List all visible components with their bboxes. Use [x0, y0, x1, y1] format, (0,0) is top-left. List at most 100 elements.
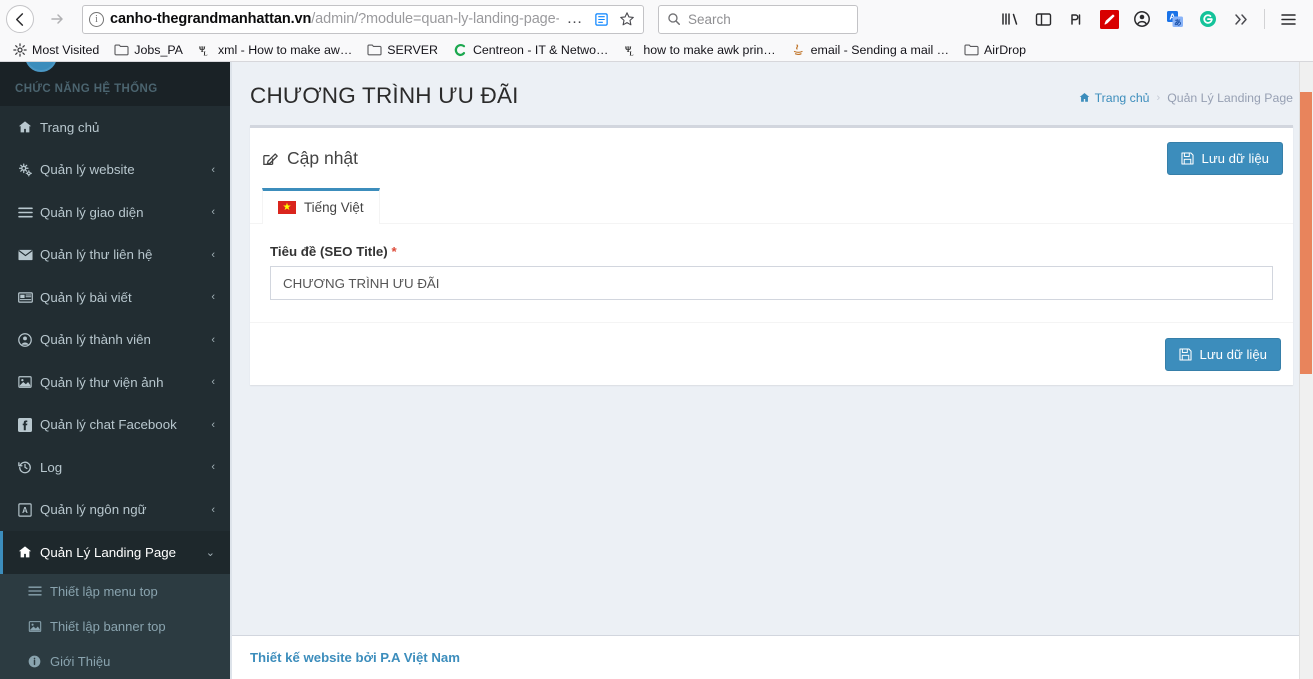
sidebar-subitem-gioi-thieu[interactable]: Giới Thiệu [0, 644, 230, 679]
box-title: Cập nhật [262, 148, 358, 169]
sidebar-subitem-label: Thiết lập banner top [50, 618, 166, 634]
bookmark-email-sending[interactable]: email - Sending a mail … [785, 39, 955, 60]
tab-label: Tiếng Việt [304, 200, 364, 215]
save-button-label: Lưu dữ liệu [1199, 346, 1267, 362]
bars-icon [28, 585, 50, 597]
sidebar-item-quan-ly-chat-facebook[interactable]: Quản lý chat Facebook ‹ [0, 404, 230, 447]
bookmark-label: xml - How to make aw… [217, 42, 353, 57]
page-actions-icon[interactable]: … [565, 10, 585, 28]
url-path: /admin/?module=quan-ly-landing-page-bds&… [311, 11, 559, 27]
chevron-icon: ‹ [211, 206, 215, 219]
forward-button[interactable] [40, 4, 74, 34]
bookmark-awk-print[interactable]: ΨL how to make awk prin… [617, 39, 781, 60]
overflow-chevrons-icon[interactable] [1226, 4, 1256, 34]
chevron-icon: ‹ [211, 503, 215, 516]
sidebar-icon[interactable] [1028, 4, 1058, 34]
chevron-icon: ‹ [211, 376, 215, 389]
seo-title-label: Tiêu đề (SEO Title) * [270, 244, 1273, 259]
chevron-icon: ‹ [211, 418, 215, 431]
gears-icon [18, 163, 40, 177]
box-footer: Lưu dữ liệu [250, 323, 1293, 385]
grammarly-icon[interactable] [1193, 4, 1223, 34]
stackexchange-icon: ΨL [198, 42, 213, 57]
vertical-scrollbar[interactable] [1299, 62, 1313, 679]
folder-icon [367, 42, 382, 57]
save-button-bottom[interactable]: Lưu dữ liệu [1165, 337, 1281, 371]
sidebar-item-log[interactable]: Log ‹ [0, 446, 230, 489]
library-icon[interactable] [995, 4, 1025, 34]
bookmark-most-visited[interactable]: Most Visited [6, 39, 105, 60]
language-tabs: ★ Tiếng Việt Tiêu đề (SEO Title) * [250, 188, 1293, 322]
sidebar-item-label: Log [40, 459, 63, 475]
footer-credit-link[interactable]: Thiết kế website bởi P.A Việt Nam [250, 650, 460, 665]
browser-chrome: i canho-thegrandmanhattan.vn/admin/?modu… [0, 0, 1313, 62]
sidebar-item-quan-ly-thu-vien-anh[interactable]: Quản lý thư viện ảnh ‹ [0, 361, 230, 404]
pocket-icon[interactable] [1061, 4, 1091, 34]
hamburger-menu-icon[interactable] [1273, 4, 1303, 34]
avatar[interactable] [25, 62, 57, 72]
stackexchange-icon: ΨL [623, 42, 638, 57]
sidebar-item-label: Quản lý thư viện ảnh [40, 374, 164, 390]
bookmark-server[interactable]: SERVER [361, 39, 444, 60]
translate-icon[interactable]: Aあ [1160, 4, 1190, 34]
tab-tieng-viet[interactable]: ★ Tiếng Việt [262, 188, 380, 224]
breadcrumb-home-label: Trang chủ [1094, 90, 1150, 105]
newspaper-icon [18, 291, 40, 304]
svg-text:L: L [204, 51, 208, 57]
centreon-icon [453, 42, 468, 57]
content-left-edge [230, 62, 232, 679]
folder-icon [964, 42, 979, 57]
sidebar-subitem-thiet-lap-menu-top[interactable]: Thiết lập menu top [0, 574, 230, 609]
search-icon [668, 13, 680, 25]
chevron-icon: ‹ [211, 291, 215, 304]
sidebar-item-label: Quản lý website [40, 162, 135, 178]
tabs-row: ★ Tiếng Việt [250, 188, 1293, 224]
bookmark-airdrop[interactable]: AirDrop [958, 39, 1032, 60]
box-header: Cập nhật Lưu dữ liệu [250, 128, 1293, 188]
bookmark-jobs-pa[interactable]: Jobs_PA [108, 39, 189, 60]
vietnam-flag-icon: ★ [278, 201, 296, 214]
bars-icon [18, 206, 40, 219]
sidebar-submenu: Thiết lập menu top Thiết lập banner top … [0, 573, 230, 679]
sidebar-item-label: Quản lý ngôn ngữ [40, 502, 147, 518]
chevron-down-icon: ⌄ [205, 546, 215, 559]
sidebar-item-label: Quản lý giao diện [40, 204, 144, 220]
bookmark-xml-awk[interactable]: ΨL xml - How to make aw… [192, 39, 358, 60]
sidebar-item-quan-ly-thanh-vien[interactable]: Quản lý thành viên ‹ [0, 319, 230, 362]
sidebar-item-quan-ly-giao-dien[interactable]: Quản lý giao diện ‹ [0, 191, 230, 234]
sidebar-subitem-thiet-lap-banner-top[interactable]: Thiết lập banner top [0, 609, 230, 644]
admin-app: CHỨC NĂNG HỆ THỐNG Trang chủ Quản lý web… [0, 62, 1313, 679]
sidebar-item-quan-ly-thu-lien-he[interactable]: Quản lý thư liên hệ ‹ [0, 234, 230, 277]
sidebar-item-quan-ly-landing-page[interactable]: Quản Lý Landing Page ⌄ [0, 531, 230, 574]
flag-star: ★ [282, 201, 292, 213]
account-icon[interactable] [1127, 4, 1157, 34]
bookmark-label: SERVER [387, 42, 438, 57]
url-bar[interactable]: i canho-thegrandmanhattan.vn/admin/?modu… [82, 4, 644, 34]
sidebar-item-quan-ly-bai-viet[interactable]: Quản lý bài viết ‹ [0, 276, 230, 319]
sidebar-item-trang-chu[interactable]: Trang chủ [0, 106, 230, 149]
back-button[interactable] [6, 5, 34, 33]
highlighter-icon[interactable] [1094, 4, 1124, 34]
save-button-top[interactable]: Lưu dữ liệu [1167, 141, 1283, 175]
breadcrumb-home-link[interactable]: Trang chủ [1079, 91, 1150, 105]
bookmark-star-icon[interactable] [617, 11, 637, 27]
seo-title-input[interactable] [270, 266, 1273, 300]
content-area: CHƯƠNG TRÌNH ƯU ĐÃI Trang chủ › Quản Lý … [230, 62, 1313, 679]
info-circle-icon [28, 655, 50, 668]
url-domain: canho-thegrandmanhattan.vn [110, 11, 312, 27]
reader-view-icon[interactable] [591, 12, 611, 27]
bookmark-centreon[interactable]: Centreon - IT & Netwo… [447, 39, 614, 60]
scrollbar-thumb[interactable] [1300, 92, 1312, 374]
update-box: Cập nhật Lưu dữ liệu ★ Tiếng Việt Tiêu đ… [250, 125, 1293, 385]
site-info-icon[interactable]: i [89, 11, 104, 27]
chevron-icon: ‹ [211, 248, 215, 261]
search-bar[interactable]: Search [658, 4, 858, 34]
seo-title-label-text: Tiêu đề (SEO Title) [270, 244, 388, 259]
tab-panel-tieng-viet: Tiêu đề (SEO Title) * [250, 224, 1293, 322]
sidebar-item-label: Quản lý bài viết [40, 289, 132, 305]
home-icon [1079, 92, 1090, 103]
svg-text:あ: あ [1174, 18, 1182, 27]
svg-text:L: L [629, 51, 633, 57]
sidebar-item-quan-ly-ngon-ngu[interactable]: A Quản lý ngôn ngữ ‹ [0, 489, 230, 532]
sidebar-item-quan-ly-website[interactable]: Quản lý website ‹ [0, 149, 230, 192]
